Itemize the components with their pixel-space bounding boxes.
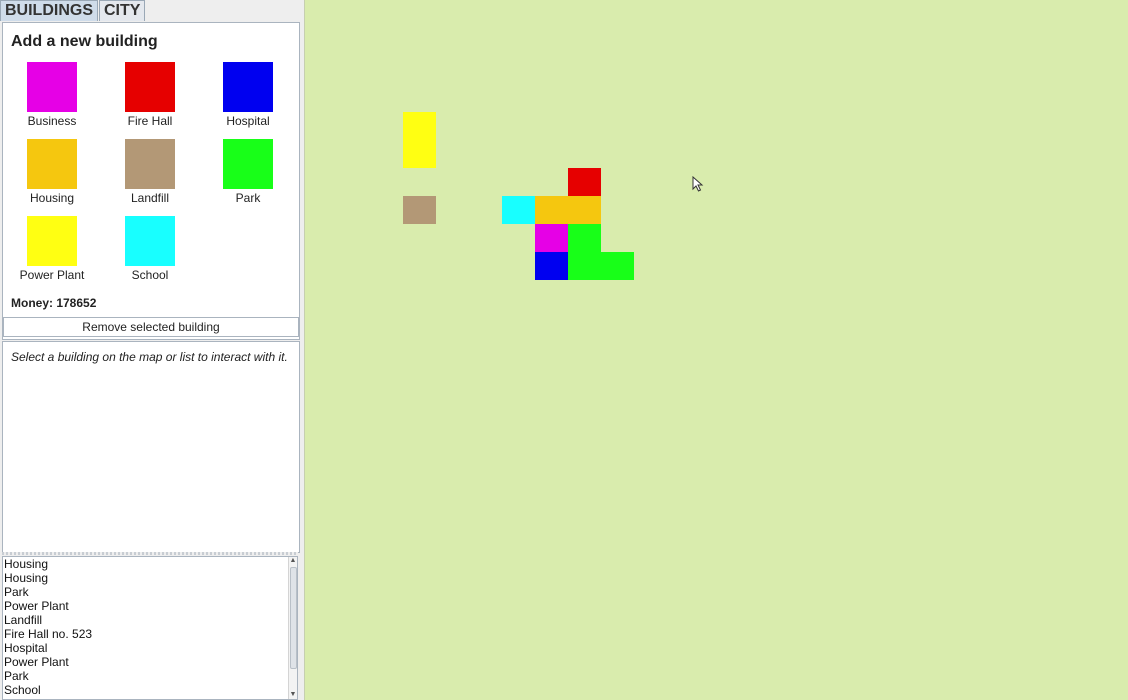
list-item[interactable]: Housing [4, 557, 287, 571]
park-swatch [223, 139, 273, 189]
list-item[interactable]: Power Plant [4, 655, 287, 669]
building-list-items: Housing Housing Park Power Plant Landfil… [4, 557, 287, 697]
mouse-pointer-icon [692, 176, 704, 192]
building-option-park[interactable]: Park [202, 139, 294, 205]
panel-splitter[interactable] [2, 552, 298, 555]
add-building-title: Add a new building [11, 33, 158, 50]
map-building-park[interactable] [568, 252, 634, 280]
fire-hall-swatch [125, 62, 175, 112]
building-option-label: School [131, 268, 169, 282]
list-item[interactable]: Park [4, 669, 287, 683]
scroll-down-icon[interactable]: ▼ [289, 691, 297, 699]
map-building-housing[interactable] [568, 196, 601, 224]
map-building-park[interactable] [568, 224, 601, 252]
map-building-power-plant[interactable] [403, 112, 436, 168]
hospital-swatch [223, 62, 273, 112]
building-option-label: Fire Hall [127, 114, 173, 128]
map-building-hospital[interactable] [535, 252, 568, 280]
building-option-landfill[interactable]: Landfill [104, 139, 196, 205]
money-display: Money: 178652 [11, 296, 97, 310]
building-option-label: Power Plant [19, 268, 85, 282]
building-option-fire-hall[interactable]: Fire Hall [104, 62, 196, 128]
housing-swatch [27, 139, 77, 189]
tab-buildings[interactable]: BUILDINGS [0, 0, 98, 21]
city-map[interactable] [304, 0, 1128, 700]
building-option-label: Business [27, 114, 77, 128]
building-option-power-plant[interactable]: Power Plant [6, 216, 98, 282]
scroll-up-icon[interactable]: ▲ [289, 557, 297, 565]
list-item[interactable]: Housing [4, 571, 287, 585]
building-option-housing[interactable]: Housing [6, 139, 98, 205]
list-item[interactable]: Fire Hall no. 523 [4, 627, 287, 641]
info-hint-text: Select a building on the map or list to … [11, 350, 288, 364]
building-option-school[interactable]: School [104, 216, 196, 282]
building-option-hospital[interactable]: Hospital [202, 62, 294, 128]
map-building-business[interactable] [535, 224, 568, 252]
landfill-swatch [125, 139, 175, 189]
list-item[interactable]: Power Plant [4, 599, 287, 613]
building-option-label: Housing [29, 191, 75, 205]
map-building-school[interactable] [502, 196, 535, 224]
power-plant-swatch [27, 216, 77, 266]
map-building-fire-hall[interactable] [568, 168, 601, 196]
building-option-business[interactable]: Business [6, 62, 98, 128]
tab-bar: BUILDINGS CITY [0, 0, 146, 22]
list-item[interactable]: School [4, 683, 287, 697]
business-swatch [27, 62, 77, 112]
list-scrollbar[interactable]: ▲ ▼ [288, 557, 297, 699]
list-item[interactable]: Hospital [4, 641, 287, 655]
building-info-panel: Select a building on the map or list to … [2, 341, 300, 553]
building-option-label: Landfill [130, 191, 170, 205]
scroll-thumb[interactable] [290, 567, 297, 669]
building-option-label: Park [235, 191, 261, 205]
map-building-landfill[interactable] [403, 196, 436, 224]
list-item[interactable]: Park [4, 585, 287, 599]
building-list: Housing Housing Park Power Plant Landfil… [2, 556, 298, 700]
add-building-panel: Add a new building Business Fire Hall Ho… [2, 22, 300, 340]
left-panel: BUILDINGS CITY Add a new building Busine… [0, 0, 300, 700]
remove-building-button[interactable]: Remove selected building [3, 317, 299, 337]
school-swatch [125, 216, 175, 266]
list-item[interactable]: Landfill [4, 613, 287, 627]
tab-city[interactable]: CITY [99, 0, 146, 21]
building-option-label: Hospital [226, 114, 270, 128]
map-building-housing[interactable] [535, 196, 568, 224]
